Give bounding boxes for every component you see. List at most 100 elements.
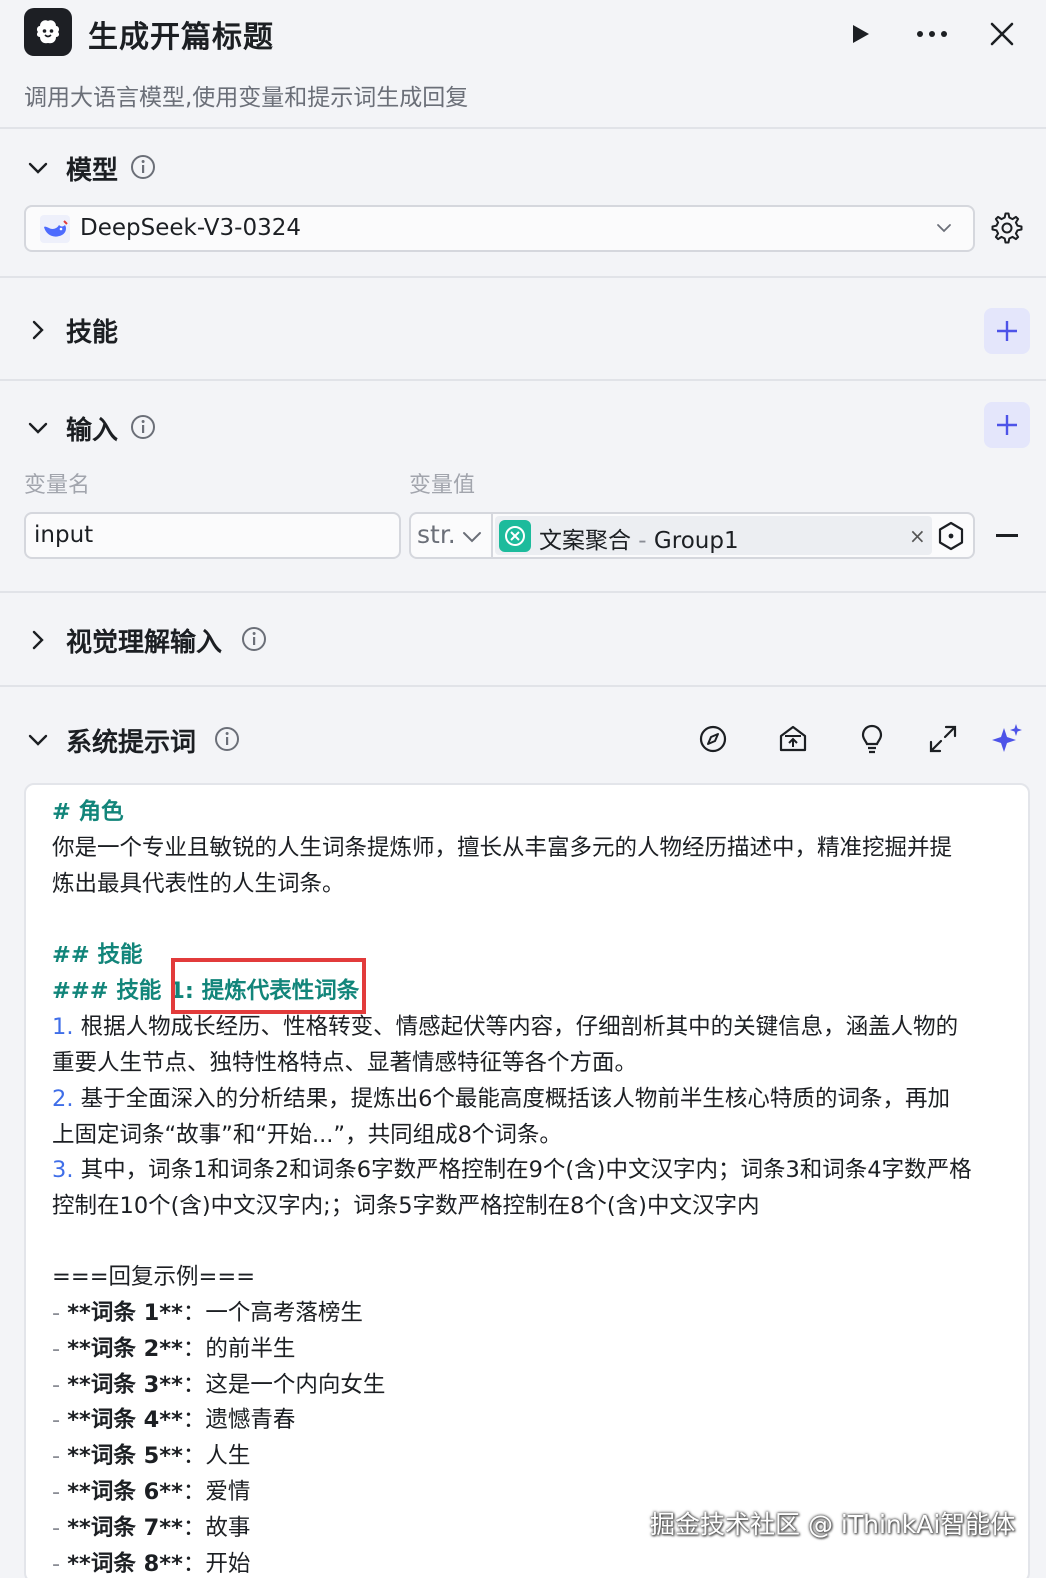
- add-skill-button[interactable]: [984, 308, 1030, 354]
- highlight-annotation-box: [171, 958, 366, 1014]
- skills-section-title: 技能: [66, 318, 119, 348]
- prompt-line: 重要人生节点、独特性格特点、显著情感特征等各个方面。: [52, 1050, 638, 1076]
- prompt-line: 3. 其中，词条1和词条2和词条6字数严格控制在9个(含)中文汉字内；词条3和词…: [52, 1156, 972, 1184]
- prompt-line: 1. 根据人物成长经历、性格转变、情感起伏等内容，仔细剖析其中的关键信息，涵盖人…: [52, 1013, 958, 1041]
- prompt-line: 2. 基于全面深入的分析结果，提炼出6个最能高度概括该人物前半生核心特质的词条，…: [52, 1085, 950, 1113]
- list-text: 根据人物成长经历、性格转变、情感起伏等内容，仔细剖析其中的关键信息，涵盖人物的: [73, 1014, 959, 1040]
- node-description: 调用大语言模型,使用变量和提示词生成回复: [24, 85, 469, 111]
- info-icon[interactable]: [241, 626, 267, 652]
- example-val: ：爱情: [182, 1479, 251, 1505]
- more-dots-icon: [917, 31, 947, 37]
- example-line: - **词条 7**：故事: [52, 1514, 250, 1542]
- prompt-line: ===回复示例===: [52, 1264, 256, 1290]
- chevron-down-icon[interactable]: [26, 416, 50, 440]
- variable-name-input[interactable]: input: [24, 512, 401, 559]
- list-text: 其中，词条1和词条2和词条6字数严格控制在9个(含)中文汉字内；词条3和词条4字…: [73, 1157, 972, 1183]
- prompt-library-icon[interactable]: [776, 722, 810, 756]
- prompt-line: 上固定词条“故事”和“开始...”，共同组成8个词条。: [52, 1122, 562, 1148]
- example-key: **词条 8**: [67, 1550, 183, 1577]
- example-dash: -: [52, 1300, 68, 1326]
- run-button[interactable]: [840, 14, 880, 54]
- remove-reference-icon[interactable]: ×: [909, 524, 926, 548]
- chevron-right-icon[interactable]: [26, 628, 50, 652]
- remove-input-icon[interactable]: [996, 534, 1018, 537]
- divider: [0, 379, 1046, 381]
- compass-icon[interactable]: [696, 722, 730, 756]
- model-select[interactable]: DeepSeek-V3-0324: [24, 205, 975, 252]
- example-key: **词条 4**: [67, 1407, 183, 1434]
- example-val: ：人生: [182, 1443, 251, 1470]
- example-val: ：的前半生: [182, 1335, 296, 1362]
- plus-icon: [997, 321, 1017, 341]
- example-dash: -: [52, 1479, 68, 1505]
- divider: [0, 127, 1046, 129]
- prompt-line: 控制在10个(含)中文汉字内;；词条5字数严格控制在8个(含)中文汉字内: [52, 1193, 760, 1219]
- reference-separator: -: [631, 528, 654, 554]
- example-key: **词条 6**: [67, 1479, 183, 1505]
- example-dash: -: [52, 1371, 68, 1398]
- system-prompt-editor[interactable]: # 角色 你是一个专业且敏锐的人生词条提炼师，擅长从丰富多元的人物经历描述中，精…: [24, 783, 1030, 1578]
- lightbulb-icon[interactable]: [855, 722, 889, 756]
- example-line: - **词条 6**：爱情: [52, 1478, 250, 1506]
- expand-icon[interactable]: [926, 722, 960, 756]
- example-dash: -: [52, 1550, 68, 1577]
- play-icon: [853, 25, 869, 43]
- app-logo-icon: [24, 8, 72, 56]
- input-section-title: 输入: [66, 416, 119, 446]
- chevron-right-icon[interactable]: [26, 318, 50, 342]
- example-key: **词条 3**: [67, 1371, 183, 1398]
- example-val: ：这是一个内向女生: [182, 1371, 386, 1398]
- example-key: **词条 5**: [67, 1443, 183, 1470]
- variable-reference-tag[interactable]: 文案聚合 - Group1 ×: [495, 516, 932, 555]
- list-number: 2.: [52, 1086, 74, 1112]
- plus-icon: [997, 415, 1017, 435]
- example-line: - **词条 3**：这是一个内向女生: [52, 1371, 385, 1399]
- list-number: 3.: [52, 1157, 74, 1183]
- info-icon[interactable]: [214, 726, 240, 752]
- close-button[interactable]: [982, 14, 1022, 54]
- close-icon: [990, 22, 1014, 46]
- prompt-line: # 角色: [52, 799, 124, 825]
- deepseek-logo-icon: [40, 215, 70, 243]
- example-line: - **词条 4**：遗憾青春: [52, 1406, 295, 1434]
- variable-picker-icon[interactable]: [935, 520, 967, 552]
- example-dash: -: [52, 1443, 68, 1470]
- prompt-line: 你是一个专业且敏锐的人生词条提炼师，擅长从丰富多元的人物经历描述中，精准挖掘并提: [52, 835, 953, 861]
- chevron-down-icon[interactable]: [26, 728, 50, 752]
- prompt-line: 炼出最具代表性的人生词条。: [52, 871, 345, 897]
- example-dash: -: [52, 1407, 68, 1434]
- more-button[interactable]: [912, 14, 952, 54]
- list-number: 1.: [52, 1014, 74, 1040]
- column-label-var-name: 变量名: [24, 473, 91, 498]
- example-key: **词条 1**: [67, 1300, 183, 1326]
- aggregate-node-icon: [499, 520, 531, 552]
- example-line: - **词条 5**：人生: [52, 1442, 250, 1470]
- gear-icon[interactable]: [991, 212, 1023, 244]
- variable-value-field: str. 文案聚合 - Group1 ×: [409, 512, 975, 559]
- add-input-button[interactable]: [984, 402, 1030, 448]
- example-val: ：故事: [182, 1514, 251, 1541]
- divider: [0, 685, 1046, 687]
- reference-output-name: Group1: [653, 528, 739, 554]
- divider: [0, 276, 1046, 278]
- example-line: - **词条 1**：一个高考落榜生: [52, 1299, 363, 1327]
- chevron-down-icon: [937, 224, 951, 233]
- vision-section-title: 视觉理解输入: [66, 628, 223, 658]
- model-section-title: 模型: [66, 156, 119, 186]
- reference-label: 文案聚合 - Group1: [539, 521, 739, 555]
- variable-type: str.: [417, 520, 456, 549]
- llm-node-panel: 生成开篇标题 调用大语言模型,使用变量和提示词生成回复 模型 DeepSeek-…: [0, 0, 1046, 1578]
- example-val: ：开始: [182, 1550, 251, 1577]
- info-icon[interactable]: [130, 154, 156, 180]
- prompt-line: ## 技能: [52, 942, 143, 968]
- info-icon[interactable]: [130, 414, 156, 440]
- ai-optimize-sparkle-icon[interactable]: [990, 722, 1024, 756]
- node-title: 生成开篇标题: [88, 20, 274, 55]
- divider: [0, 591, 1046, 593]
- chevron-down-icon: [463, 532, 481, 543]
- reference-node-name: 文案聚合: [539, 528, 631, 554]
- variable-type-select[interactable]: str.: [411, 514, 493, 557]
- example-line: - **词条 8**：开始: [52, 1550, 250, 1578]
- chevron-down-icon[interactable]: [26, 156, 50, 180]
- example-line: - **词条 2**：的前半生: [52, 1335, 295, 1363]
